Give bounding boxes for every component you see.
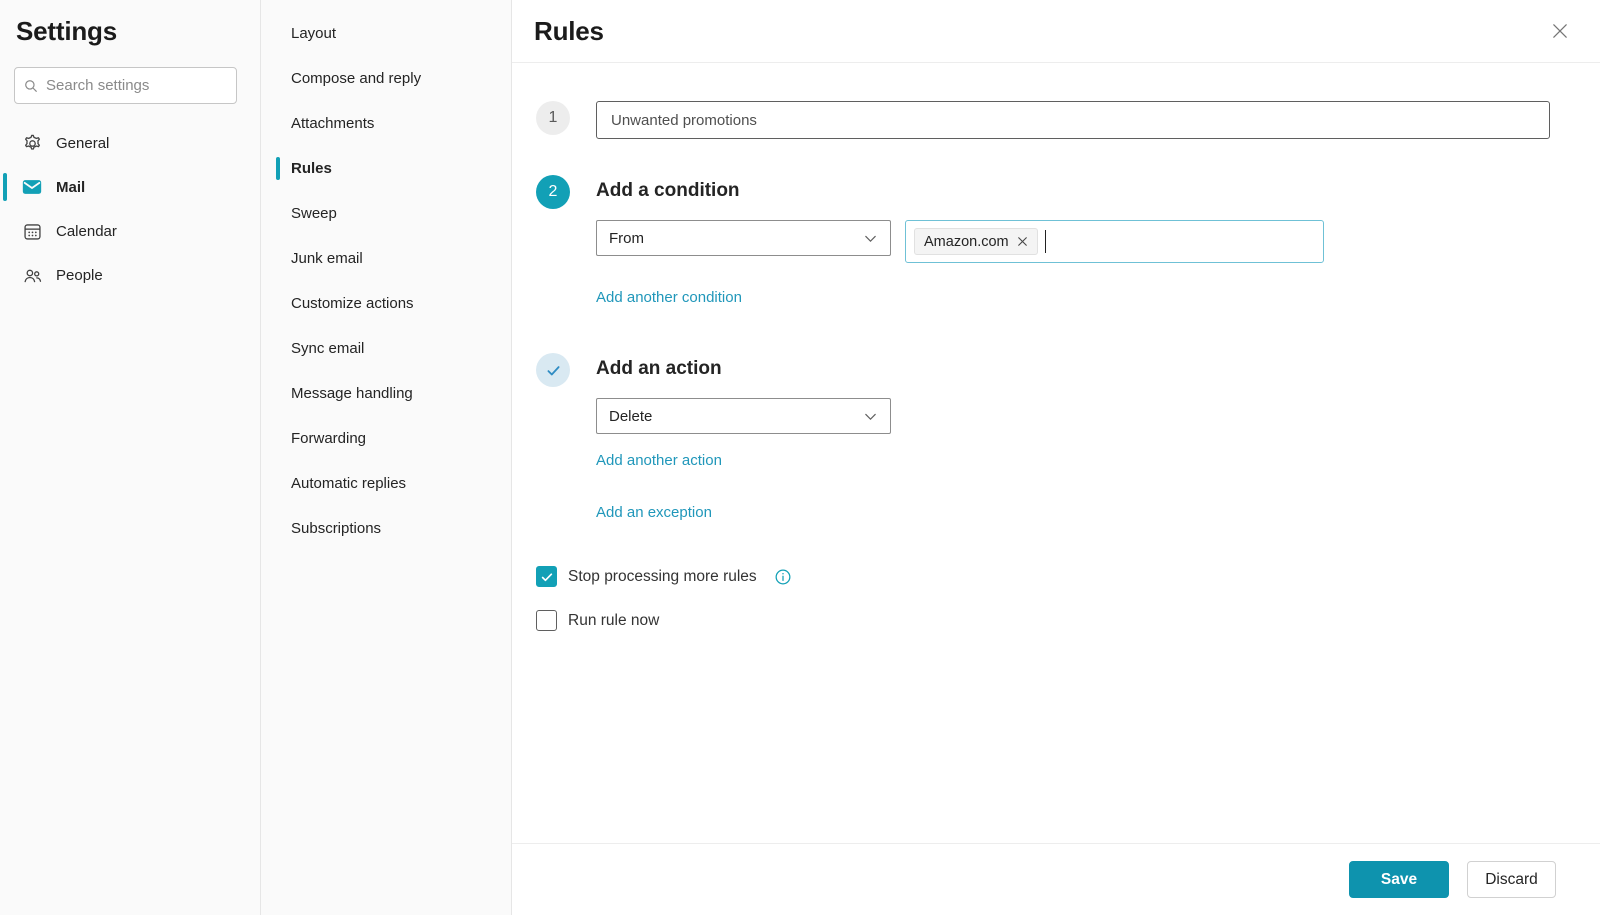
sidebar-item-label: Mail bbox=[56, 179, 85, 196]
nav-item-label: Layout bbox=[291, 25, 336, 42]
mail-icon bbox=[21, 176, 43, 198]
stop-processing-row: Stop processing more rules bbox=[536, 566, 1550, 587]
page-title: Rules bbox=[534, 16, 604, 47]
step-1-badge: 1 bbox=[536, 101, 570, 135]
condition-select-value: From bbox=[609, 230, 644, 247]
add-action-heading: Add an action bbox=[596, 353, 1550, 380]
nav-item-label: Automatic replies bbox=[291, 475, 406, 492]
sidebar-item-calendar[interactable]: Calendar bbox=[0, 209, 260, 253]
step-add-condition: 2 Add a condition From Amazon.com bbox=[536, 175, 1550, 307]
rules-editor-panel: Rules 1 2 Add a condition From bbox=[511, 0, 1600, 915]
nav-item-label: Customize actions bbox=[291, 295, 414, 312]
nav-item-compose-and-reply[interactable]: Compose and reply bbox=[261, 56, 511, 101]
action-select-value: Delete bbox=[609, 408, 652, 425]
nav-item-label: Sync email bbox=[291, 340, 364, 357]
nav-item-forwarding[interactable]: Forwarding bbox=[261, 416, 511, 461]
settings-sidebar: Settings General bbox=[0, 0, 261, 915]
condition-value-chip: Amazon.com bbox=[914, 228, 1038, 255]
sidebar-item-label: Calendar bbox=[56, 223, 117, 240]
action-select[interactable]: Delete bbox=[596, 398, 891, 434]
sidebar-item-general[interactable]: General bbox=[0, 121, 260, 165]
nav-item-customize-actions[interactable]: Customize actions bbox=[261, 281, 511, 326]
step-2-badge: 2 bbox=[536, 175, 570, 209]
people-icon bbox=[21, 264, 43, 286]
nav-item-label: Subscriptions bbox=[291, 520, 381, 537]
chevron-down-icon bbox=[863, 409, 878, 424]
info-icon[interactable] bbox=[774, 568, 792, 586]
stop-processing-label: Stop processing more rules bbox=[568, 568, 757, 586]
nav-item-message-handling[interactable]: Message handling bbox=[261, 371, 511, 416]
rule-form: 1 2 Add a condition From bbox=[512, 63, 1600, 843]
add-another-condition-link[interactable]: Add another condition bbox=[596, 289, 742, 306]
mail-settings-nav: Layout Compose and reply Attachments Rul… bbox=[261, 0, 511, 915]
chevron-down-icon bbox=[863, 231, 878, 246]
add-an-exception-link[interactable]: Add an exception bbox=[596, 504, 712, 521]
chip-label: Amazon.com bbox=[924, 234, 1009, 250]
nav-item-subscriptions[interactable]: Subscriptions bbox=[261, 506, 511, 551]
search-settings-input[interactable] bbox=[46, 77, 228, 94]
nav-item-label: Message handling bbox=[291, 385, 413, 402]
sidebar-item-label: General bbox=[56, 135, 109, 152]
nav-item-rules[interactable]: Rules bbox=[261, 146, 511, 191]
nav-item-automatic-replies[interactable]: Automatic replies bbox=[261, 461, 511, 506]
settings-categories: General Mail bbox=[0, 121, 260, 297]
condition-value-input[interactable]: Amazon.com bbox=[905, 220, 1324, 263]
stop-processing-checkbox[interactable] bbox=[536, 566, 557, 587]
nav-item-layout[interactable]: Layout bbox=[261, 11, 511, 56]
discard-button[interactable]: Discard bbox=[1467, 861, 1556, 898]
close-icon bbox=[1551, 22, 1569, 40]
run-rule-now-row: Run rule now bbox=[536, 610, 1550, 631]
nav-item-label: Rules bbox=[291, 160, 332, 177]
nav-item-sweep[interactable]: Sweep bbox=[261, 191, 511, 236]
nav-item-attachments[interactable]: Attachments bbox=[261, 101, 511, 146]
calendar-icon bbox=[21, 220, 43, 242]
sidebar-item-mail[interactable]: Mail bbox=[0, 165, 260, 209]
add-another-action-link[interactable]: Add another action bbox=[596, 452, 722, 469]
step-rule-name: 1 bbox=[536, 101, 1550, 139]
panel-header: Rules bbox=[512, 0, 1600, 63]
add-condition-heading: Add a condition bbox=[596, 175, 1550, 202]
nav-item-label: Forwarding bbox=[291, 430, 366, 447]
step-add-action: Add an action Delete Add another action bbox=[536, 353, 1550, 470]
run-rule-now-checkbox[interactable] bbox=[536, 610, 557, 631]
checkmark-icon bbox=[545, 362, 562, 379]
nav-item-label: Attachments bbox=[291, 115, 374, 132]
condition-select[interactable]: From bbox=[596, 220, 891, 256]
settings-title: Settings bbox=[16, 16, 260, 47]
nav-item-sync-email[interactable]: Sync email bbox=[261, 326, 511, 371]
nav-item-junk-email[interactable]: Junk email bbox=[261, 236, 511, 281]
search-settings-box[interactable] bbox=[14, 67, 237, 104]
gear-icon bbox=[21, 132, 43, 154]
close-button[interactable] bbox=[1544, 15, 1576, 47]
sidebar-item-people[interactable]: People bbox=[0, 253, 260, 297]
checkmark-icon bbox=[540, 570, 554, 584]
save-button[interactable]: Save bbox=[1349, 861, 1449, 898]
text-cursor bbox=[1045, 230, 1046, 253]
panel-footer: Save Discard bbox=[512, 843, 1600, 915]
remove-chip-icon[interactable] bbox=[1017, 236, 1028, 247]
rule-name-input[interactable] bbox=[596, 101, 1550, 139]
run-rule-now-label: Run rule now bbox=[568, 612, 659, 630]
step-3-badge bbox=[536, 353, 570, 387]
nav-item-label: Sweep bbox=[291, 205, 337, 222]
nav-item-label: Compose and reply bbox=[291, 70, 421, 87]
nav-item-label: Junk email bbox=[291, 250, 363, 267]
search-icon bbox=[23, 78, 39, 94]
sidebar-item-label: People bbox=[56, 267, 103, 284]
